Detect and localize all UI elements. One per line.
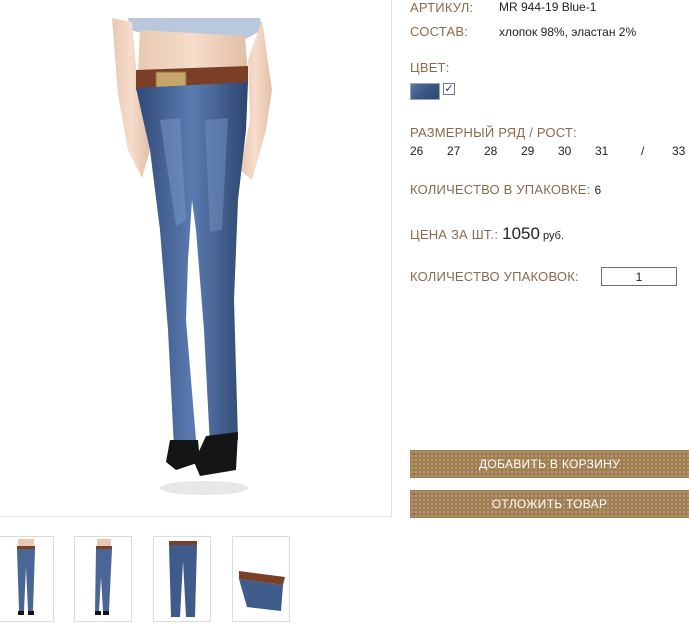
size-item: 33 [672,144,686,158]
article-label: АРТИКУЛ: [410,0,474,15]
size-list: 26 27 28 29 30 31 / 33 [410,144,689,158]
main-product-image [0,0,392,517]
size-item: 29 [521,144,535,158]
add-to-cart-button[interactable]: ДОБАВИТЬ В КОРЗИНУ [410,450,689,478]
color-row: ЦВЕТ: [410,59,450,77]
composition-label: СОСТАВ: [410,24,469,39]
pack-quantity-value: 6 [594,183,602,197]
size-separator: / [641,144,645,158]
price-unit: руб. [542,230,564,242]
pack-quantity-label: КОЛИЧЕСТВО В УПАКОВКЕ: [410,182,591,197]
pack-quantity-row: КОЛИЧЕСТВО В УПАКОВКЕ: 6 [410,181,601,199]
price-label: ЦЕНА ЗА ШТ.: [410,227,499,242]
price-value: 1050 [502,224,540,243]
article-row: АРТИКУЛ: MR 944-19 Blue-1 [410,0,596,17]
size-item: 28 [484,144,498,158]
color-swatch-blue[interactable] [410,83,440,100]
size-row: РАЗМЕРНЫЙ РЯД / РОСТ: [410,124,577,142]
thumbnail-side[interactable] [74,536,132,622]
packs-count-input[interactable] [601,267,677,286]
size-item: 27 [447,144,461,158]
packs-count-row: КОЛИЧЕСТВО УПАКОВОК: [410,268,579,286]
packs-count-label: КОЛИЧЕСТВО УПАКОВОК: [410,269,579,284]
composition-row: СОСТАВ: хлопок 98%, эластан 2% [410,23,636,41]
thumbnail-detail[interactable] [232,536,290,622]
color-label: ЦВЕТ: [410,60,450,75]
composition-value: хлопок 98%, эластан 2% [499,25,637,39]
thumbnail-flat[interactable] [153,536,211,622]
thumbnail-front[interactable] [0,536,54,622]
size-item: 26 [410,144,424,158]
defer-item-button[interactable]: ОТЛОЖИТЬ ТОВАР [410,490,689,518]
size-item: 30 [558,144,572,158]
size-item: 31 [595,144,609,158]
size-label: РАЗМЕРНЫЙ РЯД / РОСТ: [410,125,577,140]
color-checkbox[interactable]: ✓ [443,83,455,95]
article-value: MR 944-19 Blue-1 [499,0,597,14]
price-row: ЦЕНА ЗА ШТ.: 1050 руб. [410,224,564,244]
